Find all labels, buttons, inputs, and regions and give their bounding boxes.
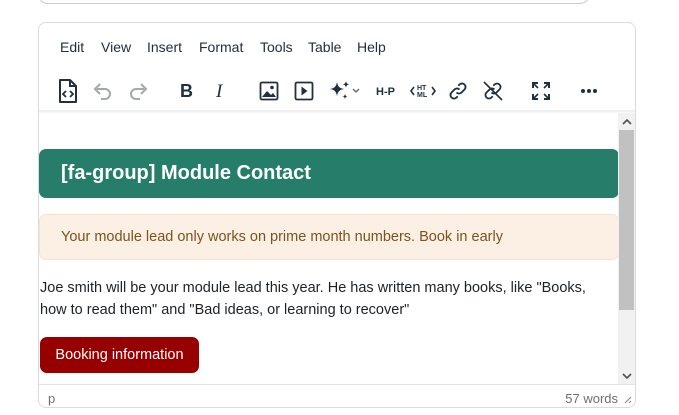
chevron-down-icon	[621, 372, 632, 379]
toolbar: B I H-P HT ML	[39, 71, 635, 111]
editor-content-area[interactable]: [fa-group] Module Contact Your module le…	[39, 113, 619, 384]
unlink-icon	[483, 81, 503, 101]
module-contact-header: [fa-group] Module Contact	[39, 149, 619, 198]
redo-icon	[130, 83, 148, 100]
svg-text:HT: HT	[417, 85, 427, 92]
svg-text:H-P: H-P	[376, 86, 395, 98]
unlink-button[interactable]	[477, 75, 509, 107]
word-count[interactable]: 57 words	[565, 391, 618, 406]
scroll-up-button[interactable]	[618, 113, 635, 129]
svg-text:ML: ML	[417, 92, 428, 99]
vertical-scrollbar[interactable]	[618, 113, 635, 384]
h5p-icon: H-P	[376, 86, 395, 98]
fullscreen-button[interactable]	[525, 75, 557, 107]
media-icon	[294, 81, 314, 101]
insert-image-button[interactable]	[253, 75, 285, 107]
menu-edit[interactable]: Edit	[60, 39, 84, 55]
italic-button[interactable]: I	[205, 75, 237, 107]
menu-view[interactable]: View	[101, 39, 131, 55]
fullscreen-icon	[532, 82, 550, 100]
info-alert: Your module lead only works on prime mon…	[39, 214, 619, 260]
html-icon: HT ML	[410, 85, 436, 99]
menu-help[interactable]: Help	[357, 39, 386, 55]
undo-button[interactable]	[86, 75, 118, 107]
redo-button[interactable]	[123, 75, 155, 107]
more-button[interactable]	[573, 75, 605, 107]
element-path[interactable]: p	[48, 391, 55, 406]
bold-button[interactable]: B	[170, 75, 202, 107]
ai-sparkle-icon	[330, 81, 360, 99]
scroll-thumb[interactable]	[619, 130, 634, 310]
ai-assistant-button[interactable]	[325, 75, 365, 107]
insert-media-button[interactable]	[288, 75, 320, 107]
status-bar: p 57 words	[39, 384, 635, 407]
module-lead-paragraph: Joe smith will be your module lead this …	[40, 280, 586, 318]
menu-table[interactable]: Table	[308, 39, 341, 55]
chevron-down-icon	[352, 88, 360, 94]
source-code-icon	[59, 79, 77, 103]
chevron-up-icon	[621, 118, 632, 125]
booking-information-button[interactable]: Booking information	[40, 337, 199, 373]
source-code-button[interactable]	[52, 75, 84, 107]
link-icon	[449, 82, 467, 100]
svg-text:I: I	[215, 82, 224, 100]
menu-bar: Edit View Insert Format Tools Table Help	[39, 23, 635, 71]
image-icon	[259, 81, 279, 101]
menu-insert[interactable]: Insert	[147, 39, 182, 55]
insert-link-button[interactable]	[442, 75, 474, 107]
bold-icon: B	[180, 82, 193, 100]
previous-input-field[interactable]	[38, 0, 590, 4]
undo-icon	[93, 83, 111, 100]
menu-format[interactable]: Format	[199, 39, 243, 55]
italic-icon: I	[215, 82, 224, 100]
menu-tools[interactable]: Tools	[260, 39, 293, 55]
more-icon	[581, 89, 597, 93]
html-embed-button[interactable]: HT ML	[407, 75, 439, 107]
rich-text-editor: Edit View Insert Format Tools Table Help	[38, 22, 636, 408]
svg-text:B: B	[180, 82, 193, 100]
h5p-button[interactable]: H-P	[372, 75, 406, 107]
resize-handle-icon[interactable]	[622, 394, 632, 404]
scroll-down-button[interactable]	[618, 368, 635, 384]
